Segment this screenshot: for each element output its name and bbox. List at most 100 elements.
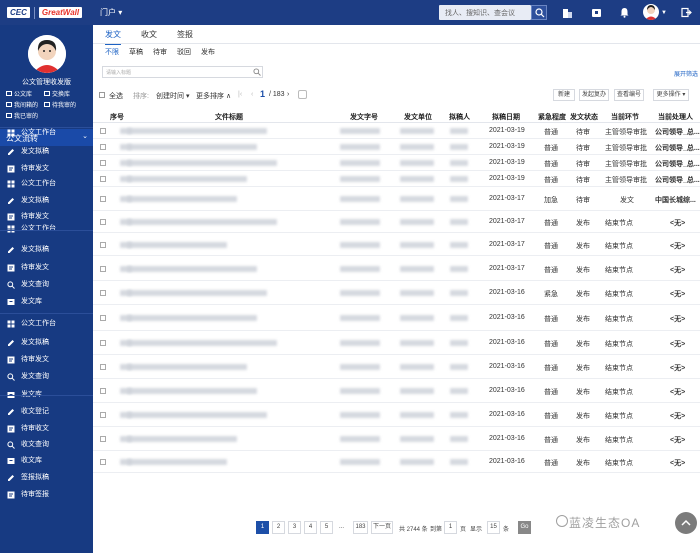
row-checkbox[interactable] [100,242,106,248]
sidebar-item[interactable]: 发文拟稿 [0,145,93,159]
current-handler-cell[interactable]: <无> [670,435,685,445]
user-menu-caret[interactable]: ▼ [661,10,667,16]
page-1-button[interactable]: 1 [256,521,269,534]
shortcut-doc-library[interactable]: 公文库 [6,89,32,98]
sidebar-item[interactable]: 发文查询 [0,278,93,292]
sidebar-item[interactable]: 公文工作台 [0,317,93,331]
app-icon[interactable] [591,7,602,18]
sidebar-item[interactable]: 发文拟稿 [0,194,93,208]
prev-icon[interactable]: ‹ [251,91,253,98]
more-sort-dropdown[interactable]: 更多排序 ∧ [196,91,231,101]
sidebar-item[interactable]: 公文工作台 [0,222,93,236]
sidebar-item[interactable]: 收文查询 [0,438,93,452]
shortcut-my-drafts[interactable]: 我间箱的 [6,100,38,109]
row-checkbox[interactable] [100,412,106,418]
current-handler-cell[interactable]: <无> [670,314,685,324]
sort-field-dropdown[interactable]: 创建时间 ▾ [156,91,189,101]
subtab-all[interactable]: 不限 [105,47,119,57]
table-row[interactable]: 2021-03-17 加急 待审 发文 中国长城综... [93,187,700,211]
profile-avatar[interactable] [28,35,66,73]
table-row[interactable]: 2021-03-16 普通 发布 结束节点 <无> [93,379,700,403]
sidebar-item[interactable]: 待审签报 [0,488,93,502]
current-handler-cell[interactable]: <无> [670,458,685,468]
page-4-button[interactable]: 4 [304,521,317,534]
next-icon[interactable]: › [287,91,289,98]
page-2-button[interactable]: 2 [272,521,285,534]
sidebar-item[interactable]: 待审发文 [0,162,93,176]
row-checkbox[interactable] [100,144,106,150]
table-row[interactable]: 2021-03-17 普通 发布 结束节点 <无> [93,233,700,256]
table-row[interactable]: 2021-03-19 普通 待审 主管领导审批 公司领导_总... [93,171,700,187]
row-checkbox[interactable] [100,340,106,346]
current-handler-cell[interactable]: <无> [670,218,685,228]
current-handler-cell[interactable]: 公司领导_总... [655,143,700,153]
row-checkbox[interactable] [100,459,106,465]
view-number-button[interactable]: 查看编号 [614,89,644,101]
search-button[interactable] [531,5,547,20]
current-handler-cell[interactable]: <无> [670,289,685,299]
current-handler-cell[interactable]: <无> [670,241,685,251]
sidebar-item[interactable]: 收文库 [0,454,93,468]
sidebar-item[interactable]: 待审发文 [0,353,93,367]
current-handler-cell[interactable]: <无> [670,387,685,397]
row-checkbox[interactable] [100,219,106,225]
scroll-top-button[interactable] [675,512,697,534]
sidebar-item[interactable]: 公文工作台 [0,126,93,140]
table-row[interactable]: 2021-03-17 普通 发布 结束节点 <无> [93,211,700,233]
sidebar-item[interactable]: 发文拟稿 [0,243,93,257]
next-page-button[interactable]: 下一页 [371,521,393,534]
portal-menu[interactable]: 门户 ▾ [100,7,122,18]
title-filter-input[interactable]: 请输入标题 [102,66,263,78]
subtab-draft[interactable]: 草稿 [129,47,143,57]
more-actions-button[interactable]: 更多操作 ▾ [653,89,689,101]
sidebar-item[interactable]: 发文库 [0,295,93,309]
current-handler-cell[interactable]: 中国长城综... [655,195,696,205]
sidebar-item[interactable]: 公文工作台 [0,177,93,191]
start-review-button[interactable]: 发起复办 [579,89,609,101]
user-avatar[interactable] [643,4,659,20]
current-page[interactable]: 1 [260,89,265,99]
current-handler-cell[interactable]: <无> [670,411,685,421]
subtab-pending[interactable]: 待审 [153,47,167,57]
goto-page-input[interactable]: 1 [444,521,457,534]
table-row[interactable]: 2021-03-16 普通 发布 结束节点 <无> [93,451,700,473]
page-size-input[interactable]: 15 [487,521,500,534]
row-checkbox[interactable] [100,290,106,296]
building-icon[interactable] [562,7,573,18]
table-row[interactable]: 2021-03-19 普通 待审 主管领导审批 公司领导_总... [93,123,700,139]
row-checkbox[interactable] [100,315,106,321]
table-row[interactable]: 2021-03-16 普通 发布 结束节点 <无> [93,305,700,331]
refresh-icon[interactable] [298,90,307,99]
current-handler-cell[interactable]: <无> [670,363,685,373]
row-checkbox[interactable] [100,128,106,134]
row-checkbox[interactable] [100,364,106,370]
page-last-button[interactable]: 183 [353,521,368,534]
table-row[interactable]: 2021-03-16 普通 发布 结束节点 <无> [93,427,700,451]
table-row[interactable]: 2021-03-19 普通 待审 主管领导审批 公司领导_总... [93,155,700,171]
current-handler-cell[interactable]: 公司领导_总... [655,127,700,137]
table-row[interactable]: 2021-03-16 紧急 发布 结束节点 <无> [93,281,700,305]
search-icon[interactable] [253,68,261,76]
page-3-button[interactable]: 3 [288,521,301,534]
sidebar-item[interactable]: 发文拟稿 [0,336,93,350]
subtab-published[interactable]: 发布 [201,47,215,57]
table-row[interactable]: 2021-03-16 普通 发布 结束节点 <无> [93,331,700,355]
sidebar-item[interactable]: 待审发文 [0,261,93,275]
table-row[interactable]: 2021-03-17 普通 发布 结束节点 <无> [93,256,700,281]
row-checkbox[interactable] [100,436,106,442]
current-handler-cell[interactable]: <无> [670,339,685,349]
bell-icon[interactable] [619,7,630,18]
row-checkbox[interactable] [100,160,106,166]
current-handler-cell[interactable]: <无> [670,265,685,275]
shortcut-exchange-library[interactable]: 交换库 [44,89,70,98]
logout-icon[interactable] [681,7,692,18]
prev-page-icon[interactable]: |‹ [238,91,242,98]
sidebar-item[interactable]: 待审收文 [0,422,93,436]
expand-filter-link[interactable]: 展开筛选 [674,69,698,78]
table-row[interactable]: 2021-03-19 普通 待审 主管领导审批 公司领导_总... [93,139,700,155]
new-button[interactable]: 新建 [553,89,575,101]
subtab-rejected[interactable]: 驳回 [177,47,191,57]
global-search-input[interactable]: 找人、搜知识、查会议 [439,5,531,20]
go-button[interactable]: Go [518,521,531,534]
select-all-checkbox[interactable] [99,92,105,98]
